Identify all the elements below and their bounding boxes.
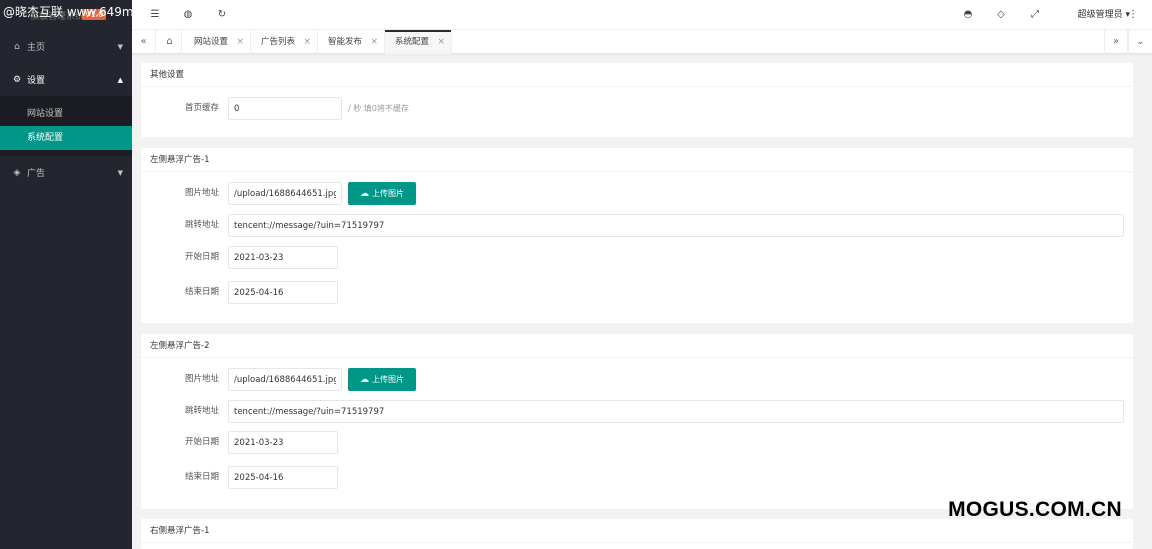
upload-image-button[interactable]: ☁ 上传图片 — [348, 182, 416, 205]
chevron-down-icon: ▼ — [117, 168, 123, 177]
image-label: 图片地址 — [184, 188, 219, 198]
upload-label: 上传图片 — [372, 189, 404, 198]
globe-icon[interactable]: ◍ — [181, 0, 195, 30]
cloud-upload-icon: ☁ — [360, 374, 369, 385]
tab-label: 智能发布 — [328, 37, 363, 47]
tab-options-icon[interactable]: ⌄ — [1128, 30, 1152, 54]
sidebar-item-label: 主页 — [27, 43, 46, 53]
sidebar-item-label: 广告 — [27, 169, 46, 179]
cloud-upload-icon: ☁ — [360, 188, 369, 199]
start-date-input[interactable] — [228, 431, 338, 454]
form-row-link: 跳转地址 — [141, 400, 1133, 423]
tab-smart-publish[interactable]: 智能发布 × — [318, 30, 385, 54]
close-icon[interactable]: × — [437, 30, 445, 54]
sidebar-item-ads[interactable]: ◈ 广告 ▼ — [0, 156, 132, 189]
panel-title: 右侧悬浮广告-1 — [141, 519, 1133, 543]
tab-bar: « ⌂ 网站设置 × 广告列表 × 智能发布 × 系统配置 × » ⌄ — [132, 30, 1152, 54]
image-label: 图片地址 — [184, 374, 219, 384]
sidebar-item-home[interactable]: ⌂ 主页 ▼ — [0, 30, 132, 63]
tag-icon[interactable]: ◇ — [994, 0, 1008, 30]
sidebar-item-site-settings[interactable]: 网站设置 — [0, 102, 132, 126]
form-row-cache: 首页缓存 / 秒 填0将不缓存 — [141, 97, 1133, 120]
panel-title: 左侧悬浮广告-1 — [141, 148, 1133, 172]
image-url-input[interactable] — [228, 182, 342, 205]
close-icon[interactable]: × — [370, 30, 378, 54]
upload-image-button[interactable]: ☁ 上传图片 — [348, 368, 416, 391]
sidebar: 模板管理系统 V1.0 @晓杰互联 www.649m ⌂ 主页 ▼ ⚙ 设置 ▲… — [0, 0, 134, 549]
tab-system-config[interactable]: 系统配置 × — [385, 30, 452, 54]
end-date-label: 结束日期 — [184, 287, 219, 297]
refresh-icon[interactable]: ↻ — [215, 0, 229, 30]
link-label: 跳转地址 — [184, 220, 219, 230]
chevron-up-icon: ▲ — [117, 75, 123, 84]
start-date-label: 开始日期 — [184, 437, 219, 447]
tab-label: 系统配置 — [395, 37, 430, 47]
scroll-tabs-left-icon[interactable]: « — [132, 30, 156, 54]
form-row-start-date: 开始日期 — [141, 246, 1133, 269]
panel-other-settings: 其他设置 首页缓存 / 秒 填0将不缓存 — [141, 63, 1133, 137]
panel-right-ad-1: 右侧悬浮广告-1 — [141, 519, 1133, 549]
cache-label: 首页缓存 — [184, 103, 219, 113]
sidebar-item-system-config[interactable]: 系统配置 — [0, 126, 132, 150]
form-row-start-date: 开始日期 — [141, 431, 1133, 454]
link-url-input[interactable] — [228, 214, 1124, 237]
home-tab-icon[interactable]: ⌂ — [158, 30, 182, 54]
logo[interactable]: 模板管理系统 V1.0 @晓杰互联 www.649m — [0, 0, 134, 30]
panel-left-ad-1: 左侧悬浮广告-1 图片地址 ☁ 上传图片 跳转地址 开始日期 结束日期 — [141, 148, 1133, 323]
cache-hint: / 秒 填0将不缓存 — [348, 104, 409, 113]
panel-left-ad-2: 左侧悬浮广告-2 图片地址 ☁ 上传图片 跳转地址 开始日期 结束日期 — [141, 334, 1133, 509]
more-options-icon[interactable]: ⋮ — [1128, 0, 1138, 30]
end-date-label: 结束日期 — [184, 472, 219, 482]
collapse-menu-icon[interactable]: ☰ — [148, 0, 162, 30]
tab-site-settings[interactable]: 网站设置 × — [184, 30, 251, 54]
scroll-tabs-right-icon[interactable]: » — [1104, 30, 1128, 54]
watermark-bottom: MOGUS.COM.CN — [948, 498, 1122, 521]
home-icon: ⌂ — [14, 41, 20, 52]
image-url-input[interactable] — [228, 368, 342, 391]
end-date-input[interactable] — [228, 466, 338, 489]
cache-input[interactable] — [228, 97, 342, 120]
start-date-label: 开始日期 — [184, 252, 219, 262]
close-icon[interactable]: × — [236, 30, 244, 54]
top-header: ☰ ◍ ↻ ◓ ◇ ⤢ 超级管理员 ▾ ⋮ — [132, 0, 1152, 30]
tab-label: 广告列表 — [261, 37, 296, 47]
tab-label: 网站设置 — [194, 37, 229, 47]
gear-icon: ⚙ — [12, 74, 22, 85]
form-row-image: 图片地址 ☁ 上传图片 — [141, 368, 1133, 391]
theme-icon[interactable]: ◓ — [961, 0, 975, 30]
panel-title: 其他设置 — [141, 63, 1133, 87]
link-url-input[interactable] — [228, 400, 1124, 423]
form-row-end-date: 结束日期 — [141, 466, 1133, 489]
form-row-end-date: 结束日期 — [141, 281, 1133, 304]
start-date-input[interactable] — [228, 246, 338, 269]
settings-submenu: 网站设置 系统配置 — [0, 96, 132, 156]
panel-title: 左侧悬浮广告-2 — [141, 334, 1133, 358]
form-row-image: 图片地址 ☁ 上传图片 — [141, 182, 1133, 205]
form-row-link: 跳转地址 — [141, 214, 1133, 237]
link-label: 跳转地址 — [184, 406, 219, 416]
chevron-down-icon: ▼ — [117, 42, 123, 51]
end-date-input[interactable] — [228, 281, 338, 304]
user-name: 超级管理员 — [1077, 10, 1123, 20]
sidebar-item-label: 设置 — [27, 76, 46, 86]
watermark-top: @晓杰互联 www.649m — [3, 5, 134, 19]
sidebar-item-settings[interactable]: ⚙ 设置 ▲ — [0, 63, 132, 96]
upload-label: 上传图片 — [372, 375, 404, 384]
tab-ad-list[interactable]: 广告列表 × — [251, 30, 318, 54]
fullscreen-icon[interactable]: ⤢ — [1028, 0, 1042, 30]
close-icon[interactable]: × — [303, 30, 311, 54]
user-menu[interactable]: 超级管理员 ▾ — [1078, 0, 1130, 30]
diamond-icon: ◈ — [13, 167, 21, 178]
